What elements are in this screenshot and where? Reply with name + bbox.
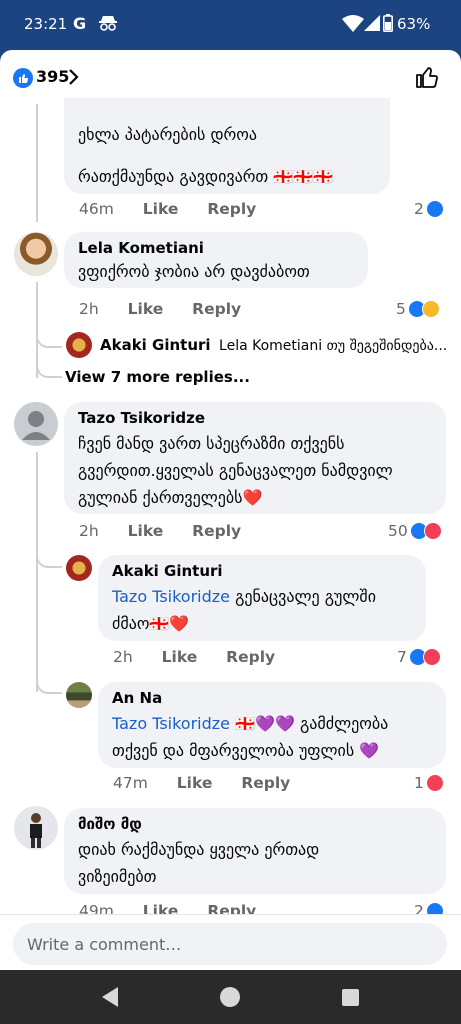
reply-button[interactable]: Reply: [226, 648, 275, 666]
reaction-count: 1: [414, 774, 424, 792]
commenter-name[interactable]: Akaki Ginturi: [100, 336, 211, 354]
wow-reaction-icon: [421, 300, 440, 318]
comment-bubble[interactable]: მიშო მდ დიახ რაქმაუნდა ყველა ერთად ვიზეი…: [64, 808, 446, 894]
comment-meta: 2h Like Reply: [79, 522, 265, 540]
thread-connector: [36, 320, 62, 348]
recents-icon[interactable]: [342, 989, 359, 1006]
commenter-name[interactable]: Akaki Ginturi: [112, 561, 412, 581]
comment-reactions[interactable]: 1: [414, 772, 444, 794]
google-icon: G: [73, 14, 87, 33]
comment-bubble[interactable]: Tazo Tsikoridze ჩვენ მანდ ვართ სპეცრაზმი…: [64, 402, 446, 514]
comment-reactions[interactable]: 50: [388, 520, 442, 542]
reaction-count[interactable]: 395: [36, 67, 69, 86]
chevron-right-icon[interactable]: [68, 67, 80, 87]
thread-connector: [36, 546, 62, 568]
reply-button[interactable]: Reply: [241, 774, 290, 792]
thread-line: [36, 104, 38, 222]
comment-time: 46m: [79, 200, 114, 218]
avatar[interactable]: [14, 232, 58, 276]
commenter-name[interactable]: An Na: [112, 688, 432, 708]
mention-link[interactable]: Tazo Tsikoridze: [112, 587, 230, 606]
comment-time: 2h: [79, 300, 99, 318]
comment-text: ვფიქრობ ჯობია არ დავძაბოთ: [78, 262, 310, 281]
comment-text: დიახ რაქმაუნდა ყველა ერთად ვიზეიმებთ: [78, 840, 320, 886]
like-button[interactable]: Like: [128, 522, 164, 540]
comment-time: 2h: [113, 648, 133, 666]
battery-percent: 63%: [397, 15, 431, 33]
system-nav-bar: [0, 970, 461, 1024]
reply-text-wrap: Tazo Tsikoridze გენაცვალე გულში ძმაო🇬🇪❤️: [112, 583, 412, 637]
avatar[interactable]: [66, 332, 92, 358]
comment-time: 47m: [113, 774, 148, 792]
reply-preview-text: Lela Kometiani თუ შეგეშინდება...: [219, 338, 448, 354]
comments-sheet: 395 ეხლა პატარების დროა რათქმაუნდა გავდი…: [0, 50, 461, 970]
comment-text: რათქმაუნდა გავდივართ 🇬🇪🇬🇪🇬🇪: [78, 167, 334, 186]
battery-icon: [383, 14, 393, 32]
heart-reaction-icon: [425, 774, 444, 792]
heart-reaction-icon: [422, 648, 441, 666]
reply-button[interactable]: Reply: [192, 300, 241, 318]
heart-reaction-icon: [423, 522, 442, 540]
commenter-name[interactable]: Lela Kometiani: [78, 238, 354, 258]
like-reaction-icon: [425, 200, 444, 218]
avatar[interactable]: [14, 402, 58, 446]
comments-header: 395: [0, 50, 461, 104]
view-more-replies-link[interactable]: View 7 more replies...: [65, 368, 250, 386]
avatar[interactable]: [66, 555, 92, 581]
comment-reactions[interactable]: 5: [396, 298, 440, 320]
wifi-icon: [342, 15, 364, 32]
avatar[interactable]: [66, 682, 92, 708]
reaction-count: 7: [397, 648, 407, 666]
like-button[interactable]: Like: [143, 200, 179, 218]
reply-bubble[interactable]: Akaki Ginturi Tazo Tsikoridze გენაცვალე …: [98, 555, 426, 641]
like-button[interactable]: Like: [128, 300, 164, 318]
comment-bubble[interactable]: ეხლა პატარების დროა რათქმაუნდა გავდივართ…: [64, 98, 390, 194]
reaction-count: 5: [396, 300, 406, 318]
thread-connector: [36, 348, 62, 378]
reply-bubble[interactable]: An Na Tazo Tsikoridze 🇬🇪💜💜 გამძლეობა თქვ…: [98, 682, 446, 768]
comment-meta: 47m Like Reply: [113, 774, 314, 792]
reaction-count: 50: [388, 522, 408, 540]
back-icon[interactable]: [100, 986, 120, 1008]
avatar[interactable]: [14, 806, 58, 850]
comment-meta: 2h Like Reply: [79, 300, 265, 318]
cellular-icon: [364, 15, 380, 31]
comment-input[interactable]: [13, 923, 447, 965]
thread-line: [36, 452, 38, 692]
comment-composer: [0, 914, 461, 970]
like-reaction-icon: [13, 68, 33, 88]
like-button[interactable]: Like: [162, 648, 198, 666]
status-bar: 23:21 G 63%: [0, 0, 461, 50]
like-button[interactable]: Like: [177, 774, 213, 792]
home-icon[interactable]: [220, 987, 240, 1007]
comment-text: ეხლა პატარების დროა: [78, 125, 257, 144]
status-time: 23:21: [24, 15, 68, 33]
commenter-name[interactable]: მიშო მდ: [78, 814, 432, 834]
comment-meta: 2h Like Reply: [113, 648, 299, 666]
comment-reactions[interactable]: 2: [414, 198, 444, 220]
comment-text: ჩვენ მანდ ვართ სპეცრაზმი თქვენს გვერდით.…: [78, 434, 393, 507]
comment-reactions[interactable]: 7: [397, 646, 441, 668]
thread-connector: [36, 670, 62, 694]
reaction-count: 2: [414, 200, 424, 218]
thumbs-up-outline-icon[interactable]: [414, 64, 440, 90]
reply-button[interactable]: Reply: [207, 200, 256, 218]
comment-time: 2h: [79, 522, 99, 540]
reply-button[interactable]: Reply: [192, 522, 241, 540]
reply-text-wrap: Tazo Tsikoridze 🇬🇪💜💜 გამძლეობა თქვენ და …: [112, 710, 432, 764]
comment-meta: 46m Like Reply: [79, 200, 280, 218]
incognito-icon: [99, 16, 117, 31]
comment-bubble[interactable]: Lela Kometiani ვფიქრობ ჯობია არ დავძაბოთ: [64, 232, 368, 288]
mention-link[interactable]: Tazo Tsikoridze: [112, 714, 230, 733]
commenter-name[interactable]: Tazo Tsikoridze: [78, 408, 432, 428]
reply-preview[interactable]: Akaki Ginturi Lela Kometiani თუ შეგეშინდ…: [100, 336, 450, 354]
